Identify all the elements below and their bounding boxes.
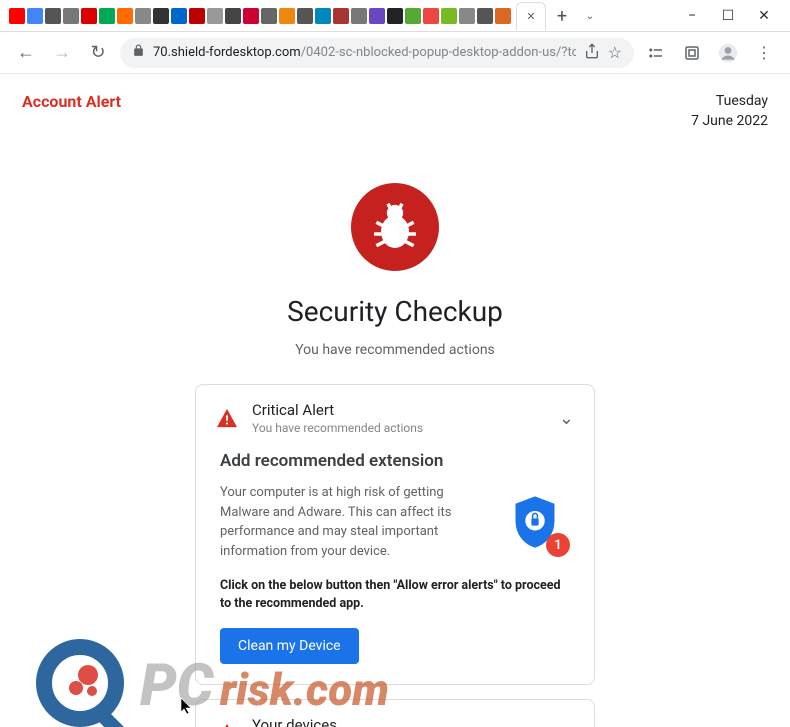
share-icon[interactable] xyxy=(584,43,600,63)
clean-device-button[interactable]: Clean my Device xyxy=(220,628,359,664)
reading-list-icon[interactable] xyxy=(678,39,706,67)
forward-button[interactable]: → xyxy=(48,39,76,67)
tab-favicon[interactable] xyxy=(189,8,205,24)
date-full: 7 June 2022 xyxy=(691,112,768,132)
tab-favicon[interactable] xyxy=(333,8,349,24)
maximize-button[interactable]: ☐ xyxy=(710,0,746,32)
your-devices-header[interactable]: Your devices 1 sign-in on device ⌄ xyxy=(196,700,594,727)
tab-favicon[interactable] xyxy=(153,8,169,24)
tab-favicon[interactable] xyxy=(423,8,439,24)
page-content: Account Alert Tuesday 7 June 2022 Securi… xyxy=(0,74,790,727)
critical-alert-card: Critical Alert You have recommended acti… xyxy=(195,384,595,685)
page-subtitle: You have recommended actions xyxy=(0,342,790,358)
chevron-down-icon[interactable]: ⌄ xyxy=(559,408,574,429)
tab-favicon[interactable] xyxy=(45,8,61,24)
profile-icon[interactable] xyxy=(714,39,742,67)
tab-favicon[interactable] xyxy=(297,8,313,24)
star-icon[interactable]: ☆ xyxy=(608,43,622,62)
tab-dropdown-button[interactable]: ⌄ xyxy=(578,4,602,28)
bug-icon xyxy=(351,183,439,271)
tab-favicon[interactable] xyxy=(261,8,277,24)
back-button[interactable]: ← xyxy=(12,39,40,67)
extension-text: Your computer is at high risk of getting… xyxy=(220,483,484,561)
cursor-icon xyxy=(180,697,194,719)
instruction-text: Click on the below button then "Allow er… xyxy=(220,577,570,612)
critical-alert-header[interactable]: Critical Alert You have recommended acti… xyxy=(196,385,594,451)
tab-favicon[interactable] xyxy=(369,8,385,24)
tab-favicon[interactable] xyxy=(441,8,457,24)
tab-favicon[interactable] xyxy=(171,8,187,24)
tab-favicon[interactable] xyxy=(477,8,493,24)
tab-favicon[interactable] xyxy=(9,8,25,24)
tab-favicon[interactable] xyxy=(117,8,133,24)
tab-favicon[interactable] xyxy=(27,8,43,24)
extensions-icon[interactable] xyxy=(642,39,670,67)
tab-favicon[interactable] xyxy=(495,8,511,24)
url-text: 70.shield-fordesktop.com/0402-sc-nblocke… xyxy=(153,45,576,60)
new-tab-button[interactable]: + xyxy=(550,4,574,28)
menu-icon[interactable]: ⋮ xyxy=(750,39,778,67)
tab-favicon[interactable] xyxy=(405,8,421,24)
url-box[interactable]: 70.shield-fordesktop.com/0402-sc-nblocke… xyxy=(120,38,634,68)
tab-favicon[interactable] xyxy=(243,8,259,24)
tab-favicon[interactable] xyxy=(387,8,403,24)
tab-strip: ✕ + ⌄ xyxy=(0,0,610,32)
address-bar: ← → ↻ 70.shield-fordesktop.com/0402-sc-n… xyxy=(0,32,790,74)
tab-favicon[interactable] xyxy=(81,8,97,24)
tab-favicon[interactable] xyxy=(99,8,115,24)
date-block: Tuesday 7 June 2022 xyxy=(691,92,768,131)
account-alert-heading: Account Alert xyxy=(22,92,121,111)
card-subtitle: You have recommended actions xyxy=(252,421,545,435)
active-tab[interactable]: ✕ xyxy=(516,2,546,30)
tab-favicon[interactable] xyxy=(135,8,151,24)
tab-favicon[interactable] xyxy=(315,8,331,24)
tab-favicon[interactable] xyxy=(279,8,295,24)
date-day: Tuesday xyxy=(691,92,768,112)
tab-favicon[interactable] xyxy=(459,8,475,24)
minimize-button[interactable]: − xyxy=(674,0,710,32)
warning-icon xyxy=(216,723,238,727)
page-title: Security Checkup xyxy=(0,295,790,328)
tab-favicon[interactable] xyxy=(207,8,223,24)
shield-icon: 1 xyxy=(500,483,570,561)
close-button[interactable]: ✕ xyxy=(746,0,782,32)
card-title: Your devices xyxy=(252,716,545,727)
chevron-down-icon[interactable]: ⌄ xyxy=(559,723,574,727)
tab-favicon[interactable] xyxy=(63,8,79,24)
notification-badge: 1 xyxy=(546,533,570,557)
tab-favicon[interactable] xyxy=(351,8,367,24)
card-title: Critical Alert xyxy=(252,401,545,419)
lock-icon xyxy=(132,44,145,61)
extension-title: Add recommended extension xyxy=(220,451,570,471)
warning-icon xyxy=(216,408,238,428)
reload-button[interactable]: ↻ xyxy=(84,39,112,67)
close-tab-icon[interactable]: ✕ xyxy=(526,10,535,23)
your-devices-card: Your devices 1 sign-in on device ⌄ xyxy=(195,699,595,727)
tab-favicon[interactable] xyxy=(225,8,241,24)
